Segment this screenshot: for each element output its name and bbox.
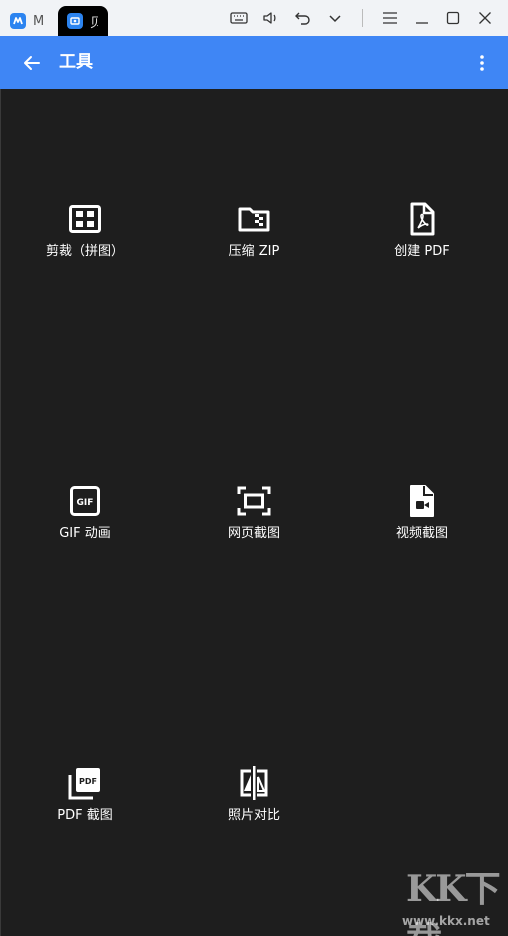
gif-icon: GIF — [70, 486, 100, 516]
page-title: 工具 — [59, 52, 93, 72]
app-bar: 工具 — [0, 36, 508, 89]
tool-label: 视频截图 — [395, 526, 448, 541]
maximize-icon[interactable] — [441, 7, 465, 29]
tool-create-pdf[interactable]: 创建 PDF — [352, 201, 492, 271]
watermark-logo: KK下载 www.kkx.net — [392, 860, 504, 936]
tab-active[interactable]: 贝 — [58, 6, 108, 36]
grid-crop-icon — [69, 205, 101, 233]
keyboard-icon[interactable] — [227, 7, 251, 29]
more-options-icon[interactable] — [470, 50, 494, 76]
tool-label: 创建 PDF — [394, 244, 450, 259]
window-title-bar: M 贝 — [0, 0, 508, 36]
watermark-url: www.kkx.net — [402, 914, 490, 928]
tool-photo-compare[interactable]: 照片对比 — [184, 765, 324, 835]
menu-icon[interactable] — [378, 7, 402, 29]
compare-icon — [240, 766, 268, 800]
tool-video-capture[interactable]: 视频截图 — [352, 483, 492, 553]
undo-icon[interactable] — [291, 7, 315, 29]
video-file-icon — [410, 485, 434, 517]
tool-gif-animation[interactable]: GIF GIF 动画 — [15, 483, 155, 553]
chevron-down-icon[interactable] — [323, 7, 347, 29]
tab-first[interactable]: M — [10, 6, 54, 36]
volume-icon[interactable] — [259, 7, 283, 29]
tab-label: M — [33, 13, 43, 29]
close-icon[interactable] — [473, 7, 497, 29]
pdf-stack-icon: PDF — [68, 768, 100, 800]
minimize-icon[interactable] — [410, 7, 434, 29]
webpage-capture-icon — [237, 486, 271, 516]
tool-crop-collage[interactable]: 剪裁（拼图） — [15, 201, 155, 271]
tool-label: 剪裁（拼图） — [45, 244, 124, 259]
svg-text:GIF: GIF — [77, 498, 94, 508]
tool-label: 压缩 ZIP — [228, 244, 280, 259]
tool-label: GIF 动画 — [59, 526, 111, 541]
tool-webpage-capture[interactable]: 网页截图 — [184, 483, 324, 553]
zip-folder-icon — [238, 207, 270, 232]
tool-label: 网页截图 — [227, 526, 280, 541]
window-edge — [0, 89, 1, 936]
back-arrow-icon[interactable] — [20, 51, 44, 75]
tool-compress-zip[interactable]: 压缩 ZIP — [184, 201, 324, 271]
app-icon — [67, 13, 83, 29]
tool-label: 照片对比 — [227, 808, 280, 823]
tool-label: PDF 截图 — [57, 808, 113, 823]
tool-pdf-capture[interactable]: PDF PDF 截图 — [15, 765, 155, 835]
app-logo-icon — [10, 13, 26, 29]
divider — [362, 9, 363, 27]
tab-label: 贝 — [90, 15, 98, 31]
svg-text:PDF: PDF — [79, 777, 97, 786]
pdf-file-icon — [410, 202, 435, 236]
